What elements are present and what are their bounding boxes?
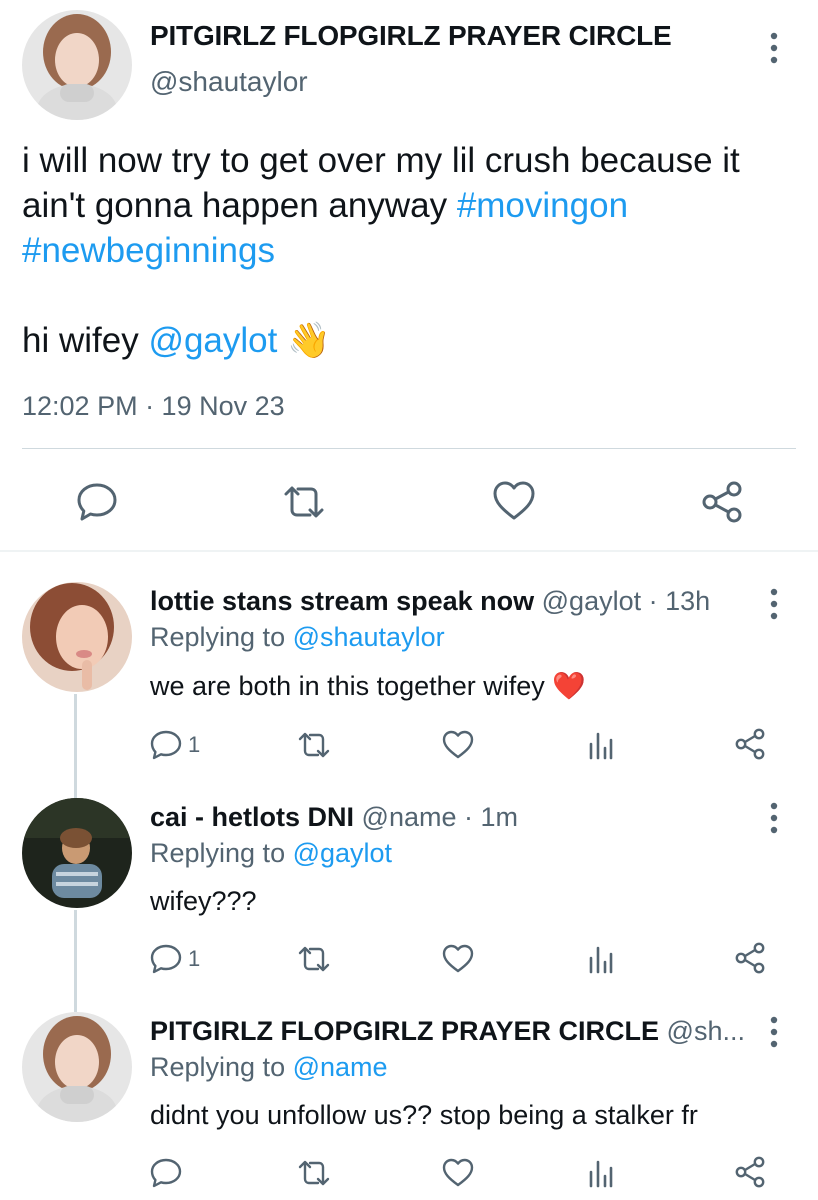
reply-display-name[interactable]: cai - hetlots DNI xyxy=(150,802,354,832)
replying-to: Replying to @name xyxy=(150,1052,388,1082)
reply-meta: @gaylot · 13h xyxy=(534,586,711,616)
retweet-icon[interactable] xyxy=(280,482,328,522)
mention-gaylot[interactable]: @gaylot xyxy=(148,321,277,360)
reply-display-name[interactable]: lottie stans stream speak now xyxy=(150,586,534,616)
divider xyxy=(22,448,796,449)
reply-display-name[interactable]: PITGIRLZ FLOPGIRLZ PRAYER CIRCLE xyxy=(150,1016,659,1046)
main-handle[interactable]: @shautaylor xyxy=(150,66,308,98)
views-icon[interactable] xyxy=(588,730,614,760)
main-tweet-text: i will now try to get over my lil crush … xyxy=(22,138,812,363)
reply-meta: @sh... xyxy=(659,1016,745,1046)
reply-text: we are both in this together wifey ❤️ xyxy=(150,671,586,701)
main-avatar[interactable] xyxy=(22,10,132,120)
thread-line xyxy=(74,694,77,798)
retweet-icon[interactable] xyxy=(296,730,332,760)
tweet-timestamp[interactable]: 12:02 PM · 19 Nov 23 xyxy=(22,391,285,422)
retweet-icon[interactable] xyxy=(296,1158,332,1188)
reply-header: cai - hetlots DNI @name · 1m xyxy=(150,802,518,833)
more-options-icon[interactable] xyxy=(762,584,786,624)
reply-avatar[interactable] xyxy=(22,582,132,692)
like-icon[interactable] xyxy=(442,730,474,760)
hashtag-movingon[interactable]: #movingon xyxy=(457,186,628,225)
reply-avatar[interactable] xyxy=(22,1012,132,1122)
replying-to-mention[interactable]: @name xyxy=(293,1052,388,1082)
tweet-text-line: ain't gonna happen anyway #movingon xyxy=(22,186,629,225)
like-icon[interactable] xyxy=(442,1158,474,1188)
reply-text: wifey??? xyxy=(150,886,257,916)
share-icon[interactable] xyxy=(734,1156,766,1188)
reply-meta: @name · 1m xyxy=(354,802,518,832)
tweet-text-line: hi wifey @gaylot 👋 xyxy=(22,321,331,360)
share-icon[interactable] xyxy=(734,942,766,974)
reply-icon[interactable] xyxy=(150,1158,182,1188)
reply-icon[interactable] xyxy=(150,944,182,974)
share-icon[interactable] xyxy=(734,728,766,760)
reply-header: PITGIRLZ FLOPGIRLZ PRAYER CIRCLE @sh... xyxy=(150,1016,745,1047)
reply-avatar[interactable] xyxy=(22,798,132,908)
replying-to-mention[interactable]: @gaylot xyxy=(293,838,392,868)
reply-count: 1 xyxy=(188,946,201,971)
views-icon[interactable] xyxy=(588,944,614,974)
more-options-icon[interactable] xyxy=(762,1012,786,1052)
more-options-icon[interactable] xyxy=(762,798,786,838)
hashtag-newbeginnings[interactable]: #newbeginnings xyxy=(22,228,812,273)
share-icon[interactable] xyxy=(700,480,744,524)
main-display-name[interactable]: PITGIRLZ FLOPGIRLZ PRAYER CIRCLE xyxy=(150,20,672,52)
replying-to: Replying to @gaylot xyxy=(150,838,393,868)
replying-to: Replying to @shautaylor xyxy=(150,622,445,652)
views-icon[interactable] xyxy=(588,1158,614,1188)
red-heart-emoji: ❤️ xyxy=(552,671,586,701)
tweet-text-line: i will now try to get over my lil crush … xyxy=(22,141,740,180)
like-icon[interactable] xyxy=(492,480,536,522)
retweet-icon[interactable] xyxy=(296,944,332,974)
thread-line xyxy=(74,910,77,1012)
more-options-icon[interactable] xyxy=(762,28,786,68)
reply-header: lottie stans stream speak now @gaylot · … xyxy=(150,586,710,617)
like-icon[interactable] xyxy=(442,944,474,974)
reply-icon[interactable] xyxy=(76,482,118,522)
waving-hand-emoji: 👋 xyxy=(287,321,331,360)
replying-to-mention[interactable]: @shautaylor xyxy=(293,622,445,652)
reply-icon[interactable] xyxy=(150,730,182,760)
section-divider xyxy=(0,550,818,552)
reply-text: didnt you unfollow us?? stop being a sta… xyxy=(150,1100,698,1130)
reply-count: 1 xyxy=(188,732,201,757)
